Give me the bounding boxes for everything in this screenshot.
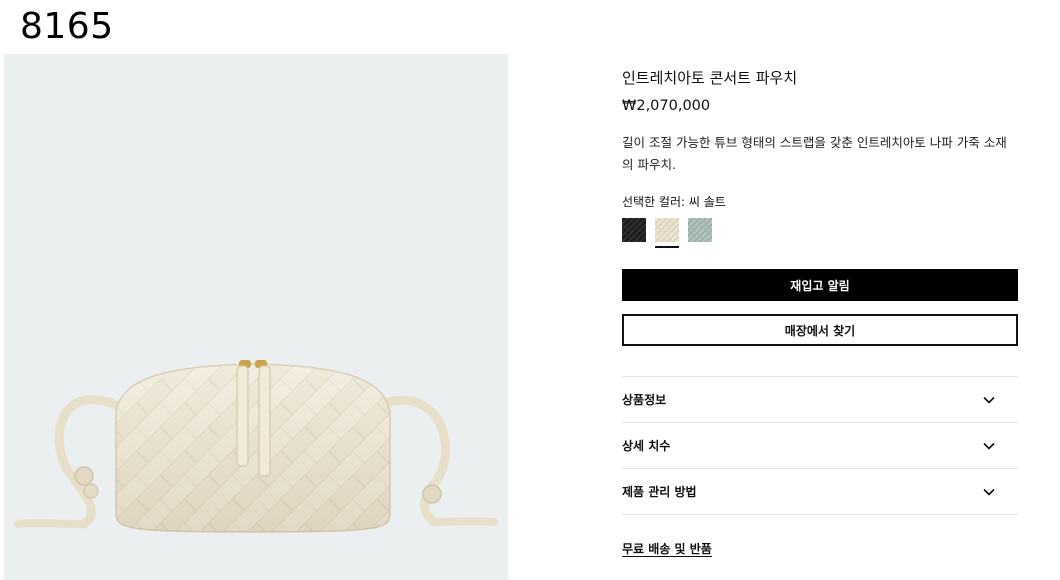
accordion-dimensions[interactable]: 상세 치수 [622, 423, 1018, 469]
product-image[interactable] [4, 54, 508, 580]
color-swatches [622, 218, 1018, 248]
swatch-sage[interactable] [688, 218, 712, 242]
product-details-accordion: 상품정보 상세 치수 제품 관리 방법 [622, 376, 1018, 515]
swatch-sea-salt[interactable] [655, 218, 679, 248]
chevron-down-icon [983, 396, 995, 404]
woven-pouch-bag-photo [14, 360, 498, 533]
accordion-label: 상세 치수 [622, 439, 671, 453]
chevron-down-icon [983, 488, 995, 496]
accordion-product-info[interactable]: 상품정보 [622, 377, 1018, 423]
product-title: 인트레치아토 콘서트 파우치 [622, 69, 798, 87]
page-code: 8165 [20, 6, 114, 47]
swatch-black[interactable] [622, 218, 646, 242]
accordion-label: 상품정보 [622, 393, 667, 407]
accordion-care[interactable]: 제품 관리 방법 [622, 469, 1018, 515]
find-in-store-button[interactable]: 매장에서 찾기 [622, 314, 1018, 346]
product-price: ₩2,070,000 [622, 98, 711, 114]
swatch-sea-salt-weave [655, 218, 679, 242]
chevron-down-icon [983, 442, 995, 450]
shipping-returns-link[interactable]: 무료 배송 및 반품 [622, 540, 712, 557]
restock-alert-button[interactable]: 재입고 알림 [622, 269, 1018, 301]
product-description: 길이 조절 가능한 튜브 형태의 스트랩을 갖춘 인트레치아토 나파 가죽 소재… [622, 135, 1007, 172]
swatch-black-weave [622, 218, 646, 242]
product-info-panel: 인트레치아토 콘서트 파우치 ₩2,070,000 길이 조절 가능한 튜브 형… [622, 68, 1018, 557]
swatch-sage-weave [688, 218, 712, 242]
accordion-label: 제품 관리 방법 [622, 485, 697, 499]
selected-color-label: 선택한 컬러: 씨 솔트 [622, 195, 726, 209]
